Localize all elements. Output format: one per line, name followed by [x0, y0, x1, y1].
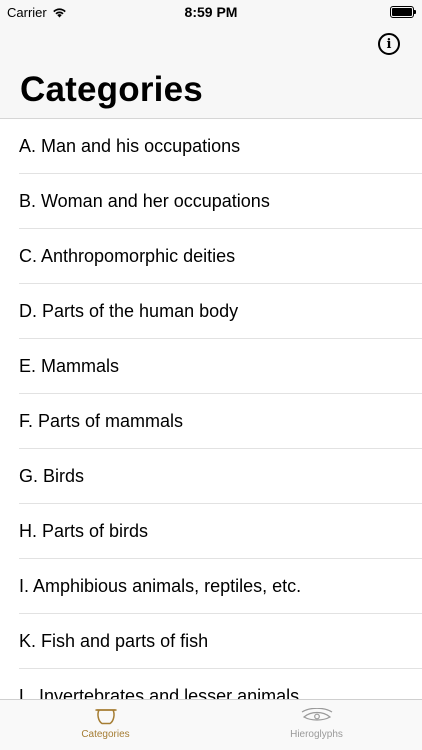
category-label: E. Mammals: [19, 356, 120, 376]
category-label: F. Parts of mammals: [19, 411, 184, 431]
eye-hieroglyph-icon: [301, 708, 332, 721]
screen: Carrier 8:59 PM i Categories A. Man and …: [0, 0, 422, 750]
category-label: B. Woman and her occupations: [19, 191, 270, 211]
category-item[interactable]: H. Parts of birds: [0, 504, 422, 559]
tab-categories[interactable]: Categories: [0, 700, 211, 750]
navigation-header: i Categories: [0, 24, 422, 119]
pot-icon: [94, 709, 117, 725]
status-bar: Carrier 8:59 PM: [0, 0, 422, 24]
tab-label: Categories: [81, 729, 130, 740]
category-label: D. Parts of the human body: [19, 301, 239, 321]
categories-list[interactable]: A. Man and his occupations B. Woman and …: [0, 119, 422, 700]
category-item[interactable]: C. Anthropomorphic deities: [0, 229, 422, 284]
info-button[interactable]: i: [378, 33, 400, 55]
tab-bar: Categories Hieroglyphs: [0, 699, 422, 750]
status-time: 8:59 PM: [184, 4, 238, 20]
info-icon: i: [386, 36, 392, 52]
category-item[interactable]: K. Fish and parts of fish: [0, 614, 422, 669]
category-item[interactable]: D. Parts of the human body: [0, 284, 422, 339]
category-label: L. Invertebrates and lesser animals: [19, 686, 300, 700]
category-item[interactable]: B. Woman and her occupations: [0, 174, 422, 229]
battery-icon: [390, 6, 416, 18]
category-item[interactable]: F. Parts of mammals: [0, 394, 422, 449]
category-label: A. Man and his occupations: [19, 136, 241, 156]
category-item[interactable]: G. Birds: [0, 449, 422, 504]
category-label: K. Fish and parts of fish: [19, 631, 209, 651]
category-label: I. Amphibious animals, reptiles, etc.: [19, 576, 302, 596]
category-item[interactable]: E. Mammals: [0, 339, 422, 394]
category-label: C. Anthropomorphic deities: [19, 246, 236, 266]
category-item[interactable]: A. Man and his occupations: [0, 119, 422, 174]
page-title: Categories: [20, 70, 203, 109]
category-item[interactable]: I. Amphibious animals, reptiles, etc.: [0, 559, 422, 614]
tab-label: Hieroglyphs: [290, 729, 343, 740]
category-label: G. Birds: [19, 466, 85, 486]
category-label: H. Parts of birds: [19, 521, 149, 541]
tab-hieroglyphs[interactable]: Hieroglyphs: [211, 700, 422, 750]
category-item[interactable]: L. Invertebrates and lesser animals: [0, 669, 422, 700]
